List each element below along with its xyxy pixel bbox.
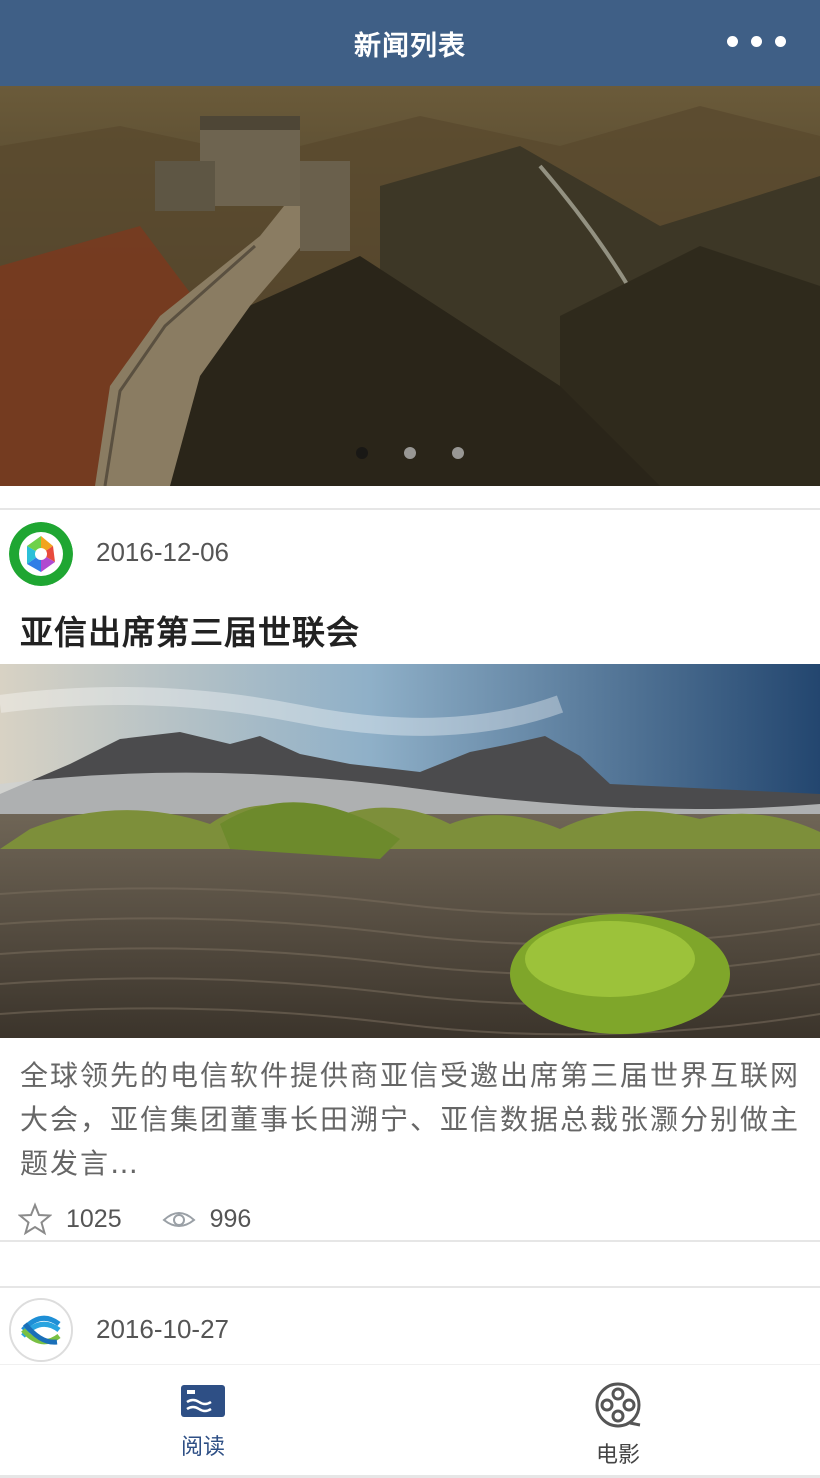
banner-image <box>0 86 820 486</box>
navigation-bar: 新闻列表 <box>0 0 820 86</box>
film-reel-icon <box>595 1382 641 1428</box>
carousel-indicator <box>0 447 820 459</box>
tab-label: 阅读 <box>180 1435 225 1460</box>
china-mobile-logo-icon <box>9 1298 73 1362</box>
page-title: 新闻列表 <box>354 30 466 62</box>
banner-carousel[interactable] <box>0 86 820 486</box>
post-title[interactable]: 亚信出席第三届世联会 <box>20 606 360 654</box>
post-summary: 全球领先的电信软件提供商亚信受邀出席第三届世界互联网大会，亚信集团董事长田溯宁、… <box>20 1059 801 1180</box>
carousel-dot[interactable] <box>452 447 464 459</box>
tab-label: 电影 <box>595 1443 640 1468</box>
reading-icon <box>181 1385 225 1417</box>
news-post[interactable]: 2016-12-06 亚信出席第三届世联会 全球领先的电信软件提供商亚信受邀出席… <box>0 510 820 1240</box>
divider <box>0 1240 820 1242</box>
post-date: 2016-12-06 <box>96 537 229 567</box>
post-image[interactable] <box>0 664 820 1038</box>
tab-movie[interactable]: 电影 <box>558 1365 678 1478</box>
carousel-dot[interactable] <box>404 447 416 459</box>
tab-bar: 阅读 电影 <box>0 1364 820 1478</box>
more-options-icon[interactable] <box>727 36 786 47</box>
eye-icon <box>162 1212 196 1227</box>
tab-reading[interactable]: 阅读 <box>143 1365 263 1478</box>
news-post[interactable]: 2016-10-27 <box>0 1288 820 1364</box>
aperture-icon <box>9 522 73 586</box>
view-count: 996 <box>209 1204 252 1233</box>
carousel-dot[interactable] <box>356 447 368 459</box>
post-date: 2016-10-27 <box>96 1314 229 1344</box>
post-stats: 1025 996 <box>18 1202 291 1236</box>
star-icon[interactable] <box>18 1202 52 1236</box>
collect-count: 1025 <box>66 1204 122 1233</box>
